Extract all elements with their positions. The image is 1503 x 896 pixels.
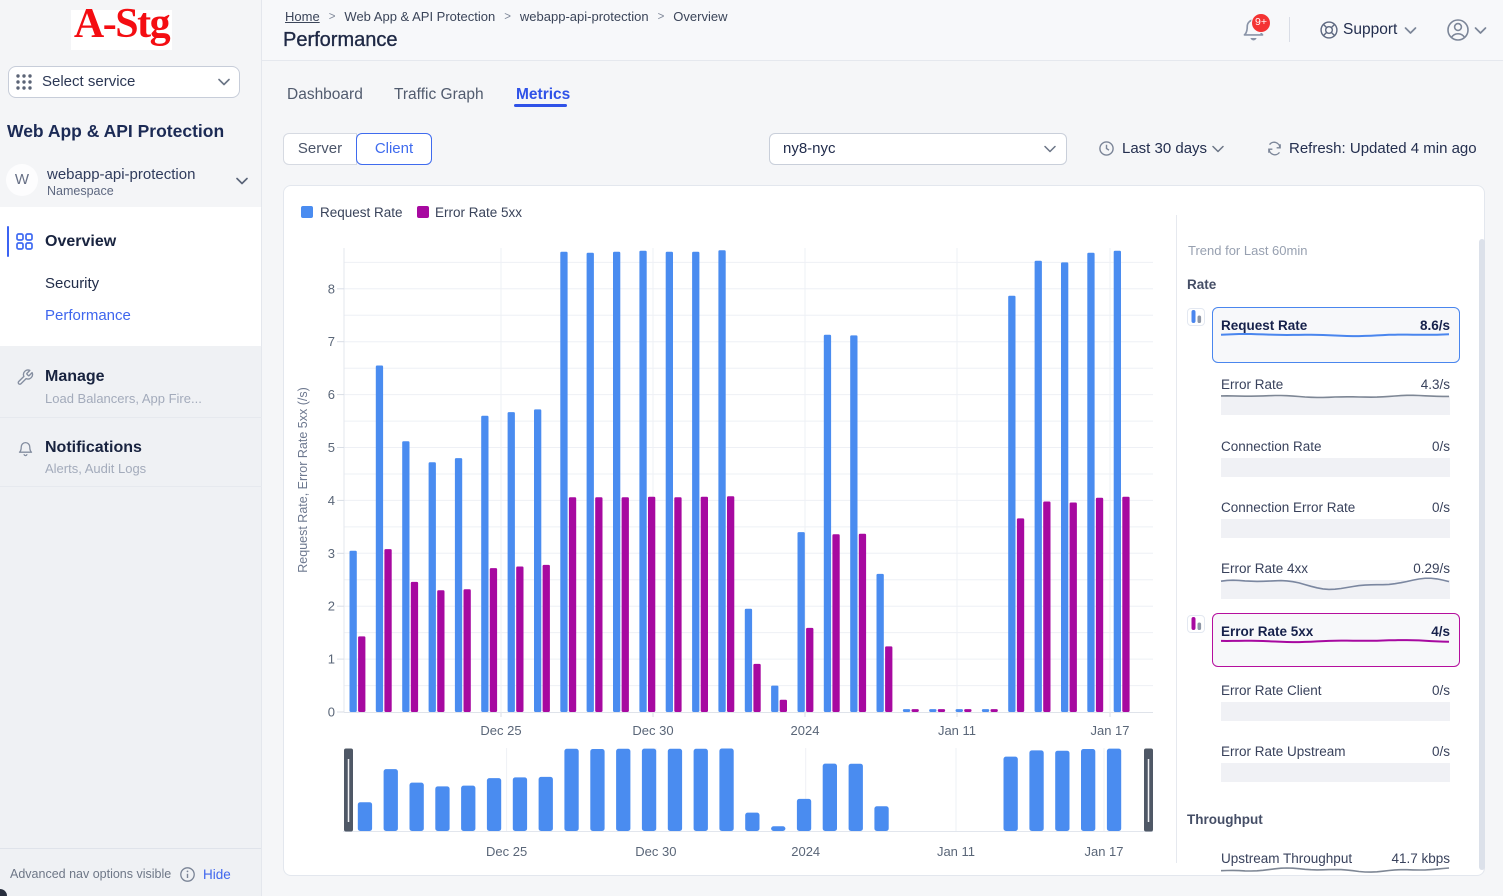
- svg-text:Dec 25: Dec 25: [486, 844, 527, 859]
- svg-text:Jan 17: Jan 17: [1090, 723, 1129, 738]
- svg-text:Error Rate 5xx: Error Rate 5xx: [435, 205, 522, 220]
- svg-text:7: 7: [328, 334, 335, 349]
- svg-text:3: 3: [328, 546, 335, 561]
- svg-text:Request Rate, Error Rate 5xx (: Request Rate, Error Rate 5xx (/s): [296, 387, 310, 572]
- svg-text:Dec 25: Dec 25: [480, 723, 521, 738]
- svg-text:5: 5: [328, 440, 335, 455]
- svg-text:1: 1: [328, 652, 335, 667]
- svg-text:2: 2: [328, 599, 335, 614]
- svg-text:4: 4: [328, 493, 335, 508]
- svg-text:2024: 2024: [791, 844, 820, 859]
- svg-text:Request Rate: Request Rate: [320, 205, 403, 220]
- svg-text:8: 8: [328, 281, 335, 296]
- svg-text:Dec 30: Dec 30: [635, 844, 676, 859]
- svg-text:Jan 11: Jan 11: [938, 723, 976, 738]
- svg-text:Dec 30: Dec 30: [632, 723, 673, 738]
- svg-text:2024: 2024: [791, 723, 820, 738]
- svg-text:0: 0: [328, 705, 335, 720]
- svg-text:6: 6: [328, 387, 335, 402]
- svg-text:Jan 11: Jan 11: [937, 844, 975, 859]
- svg-text:Jan 17: Jan 17: [1084, 844, 1123, 859]
